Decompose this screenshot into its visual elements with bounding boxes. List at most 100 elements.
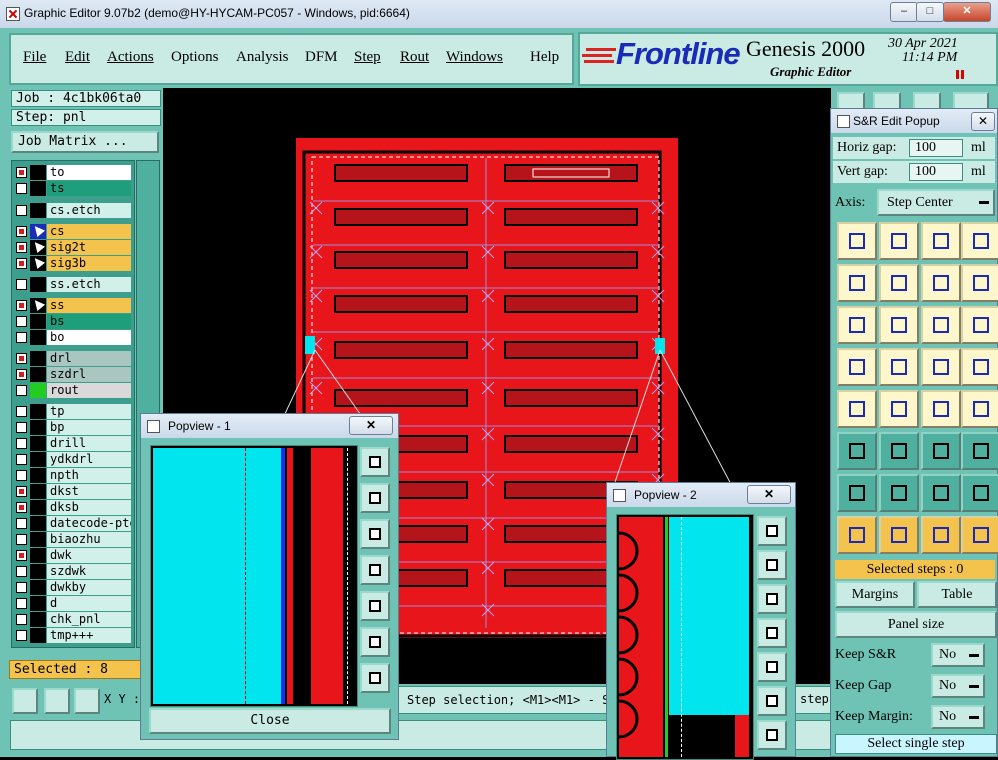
menu-step[interactable]: Step	[354, 49, 381, 66]
popview-1-canvas[interactable]	[150, 445, 358, 707]
popview-pan-down-icon[interactable]	[360, 519, 390, 549]
popview-pan-right-icon[interactable]	[757, 652, 787, 682]
grid-tool-icon[interactable]	[74, 688, 100, 714]
sr-popup-close-icon[interactable]: ✕	[971, 112, 995, 131]
menu-rout[interactable]: Rout	[400, 49, 429, 66]
layer-checkbox[interactable]	[16, 226, 27, 237]
sr-tool-icon[interactable]	[837, 222, 877, 260]
panel-size-button[interactable]: Panel size	[835, 611, 997, 638]
menu-analysis[interactable]: Analysis	[236, 49, 289, 66]
layer-name[interactable]: drill	[47, 436, 131, 451]
sr-tool-icon[interactable]	[837, 264, 877, 302]
zoom-tool-icon[interactable]	[12, 688, 38, 714]
layer-name[interactable]: sig3b	[47, 256, 131, 271]
layer-name[interactable]: datecode-pte	[47, 516, 131, 531]
sr-tool-icon[interactable]	[879, 264, 919, 302]
layer-checkbox[interactable]	[16, 316, 27, 327]
vert-gap-input[interactable]: 100	[909, 163, 963, 181]
layer-checkbox[interactable]	[16, 534, 27, 545]
sr-tool-icon[interactable]	[961, 306, 998, 344]
layer-checkbox[interactable]	[16, 550, 27, 561]
layer-checkbox[interactable]	[16, 454, 27, 465]
sr-tool-icon[interactable]	[921, 432, 961, 470]
menu-dfm[interactable]: DFM	[305, 49, 338, 66]
select-single-step-button[interactable]: Select single step	[835, 734, 997, 754]
popview-zoom-fit-icon[interactable]	[757, 516, 787, 546]
layer-name[interactable]: dwk	[47, 548, 131, 563]
sr-tool-icon[interactable]	[837, 432, 877, 470]
sr-tool-icon[interactable]	[921, 306, 961, 344]
sr-tool-icon[interactable]	[879, 516, 919, 554]
layer-checkbox[interactable]	[16, 332, 27, 343]
layer-name[interactable]: rout	[47, 383, 131, 398]
layer-name[interactable]: tmp+++	[47, 628, 131, 643]
layer-checkbox[interactable]	[16, 470, 27, 481]
layer-name[interactable]: dksb	[47, 500, 131, 515]
sr-tool-icon[interactable]	[921, 222, 961, 260]
layer-name[interactable]: ss	[47, 298, 131, 313]
maximize-button[interactable]: □	[916, 2, 944, 22]
keep-sr-select[interactable]: No	[931, 643, 985, 667]
close-window-button[interactable]: ✕	[943, 2, 991, 22]
layer-checkbox[interactable]	[16, 167, 27, 178]
layer-name[interactable]: biaozhu	[47, 532, 131, 547]
sr-tool-icon[interactable]	[961, 348, 998, 386]
layer-name[interactable]: ss.etch	[47, 277, 131, 292]
popview-1-close-icon[interactable]: ✕	[349, 416, 393, 435]
sr-tool-icon[interactable]	[961, 474, 998, 512]
layer-name[interactable]: szdrl	[47, 367, 131, 382]
popview-pan-up-icon[interactable]	[360, 483, 390, 513]
keep-gap-select[interactable]: No	[931, 674, 985, 698]
measure-tool-icon[interactable]	[44, 688, 70, 714]
sr-tool-icon[interactable]	[961, 432, 998, 470]
popview-zoom-in-icon[interactable]	[757, 686, 787, 716]
layer-checkbox[interactable]	[16, 205, 27, 216]
sr-tool-icon[interactable]	[921, 264, 961, 302]
layer-checkbox[interactable]	[16, 582, 27, 593]
popview-zoom-out-icon[interactable]	[360, 663, 390, 693]
sr-tool-icon[interactable]	[879, 432, 919, 470]
sr-tool-icon[interactable]	[961, 390, 998, 428]
sr-tool-icon[interactable]	[879, 474, 919, 512]
layer-name[interactable]: ts	[47, 181, 131, 196]
horiz-gap-input[interactable]: 100	[909, 139, 963, 157]
sr-tool-icon[interactable]	[837, 474, 877, 512]
sr-tool-icon[interactable]	[837, 348, 877, 386]
keep-margin-select[interactable]: No	[931, 705, 985, 729]
layer-name[interactable]: npth	[47, 468, 131, 483]
sr-tool-icon[interactable]	[837, 516, 877, 554]
sr-tool-icon[interactable]	[879, 348, 919, 386]
sr-tool-icon[interactable]	[837, 390, 877, 428]
layer-checkbox[interactable]	[16, 566, 27, 577]
layer-checkbox[interactable]	[16, 242, 27, 253]
sr-tool-icon[interactable]	[961, 516, 998, 554]
layer-checkbox[interactable]	[16, 279, 27, 290]
menu-windows[interactable]: Windows	[446, 49, 503, 66]
layer-checkbox[interactable]	[16, 183, 27, 194]
popview-zoom-fit-icon[interactable]	[360, 447, 390, 477]
popview-pan-up-icon[interactable]	[757, 550, 787, 580]
sr-tool-icon[interactable]	[879, 306, 919, 344]
layer-checkbox[interactable]	[16, 422, 27, 433]
layer-checkbox[interactable]	[16, 630, 27, 641]
layer-name[interactable]: szdwk	[47, 564, 131, 579]
layer-name[interactable]: cs.etch	[47, 203, 131, 218]
menu-edit[interactable]: Edit	[65, 49, 90, 66]
popview-zoom-in-icon[interactable]	[360, 627, 390, 657]
popview-pan-left-icon[interactable]	[360, 555, 390, 585]
job-matrix-button[interactable]: Job Matrix ...	[11, 131, 159, 153]
popview-pan-right-icon[interactable]	[360, 591, 390, 621]
layer-name[interactable]: bs	[47, 314, 131, 329]
popview-pan-down-icon[interactable]	[757, 584, 787, 614]
layer-name[interactable]: d	[47, 596, 131, 611]
popview-zoom-out-icon[interactable]	[757, 720, 787, 750]
layer-checkbox[interactable]	[16, 598, 27, 609]
axis-select[interactable]: Step Center	[877, 189, 995, 216]
layer-name[interactable]: tp	[47, 404, 131, 419]
sr-tool-icon[interactable]	[879, 390, 919, 428]
sr-tool-icon[interactable]	[879, 222, 919, 260]
sr-tool-icon[interactable]	[921, 474, 961, 512]
popview-1-close-button[interactable]: Close	[149, 708, 391, 734]
layer-checkbox[interactable]	[16, 502, 27, 513]
layer-checkbox[interactable]	[16, 438, 27, 449]
